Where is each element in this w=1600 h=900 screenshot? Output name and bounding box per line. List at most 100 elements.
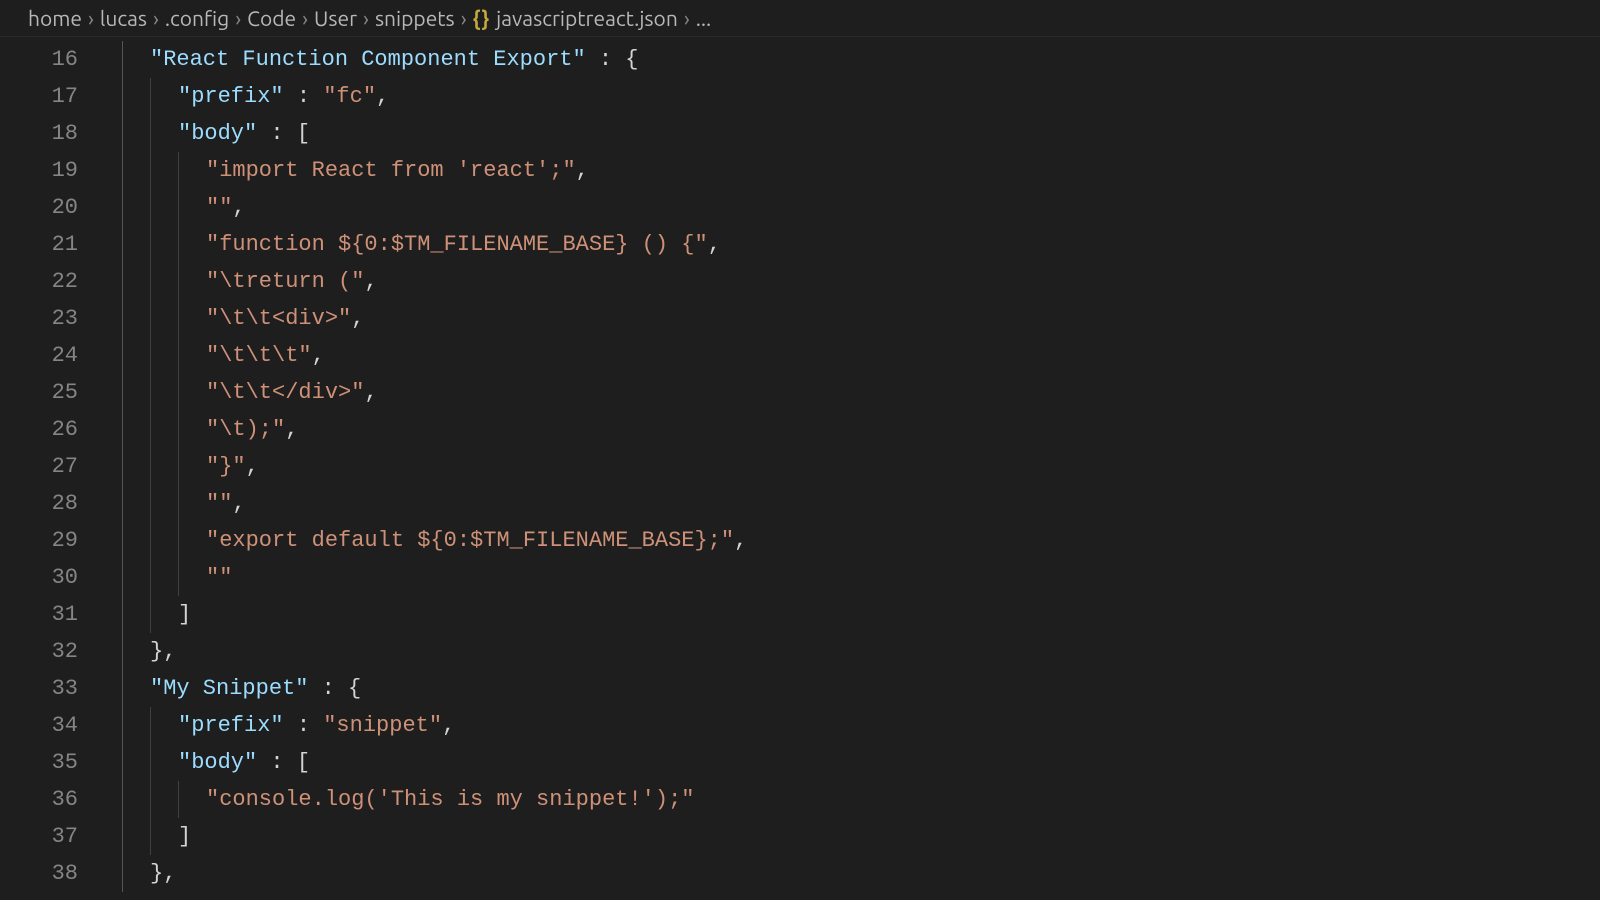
indent-guide (178, 448, 206, 485)
indent-guide (122, 781, 150, 818)
indent-guide (178, 781, 206, 818)
code-line[interactable]: "import React from 'react';", (122, 152, 747, 189)
indent-guide (150, 115, 178, 152)
code-line[interactable]: "My Snippet" : { (122, 670, 747, 707)
code-line[interactable]: "\t\t\t", (122, 337, 747, 374)
indent-guide (178, 374, 206, 411)
indent-guide (122, 337, 150, 374)
token-punc: : (257, 744, 297, 781)
line-number: 31 (0, 596, 78, 633)
breadcrumb-symbol[interactable]: ... (696, 6, 712, 30)
token-brace: ] (178, 596, 191, 633)
indent-guide (122, 818, 150, 855)
breadcrumb-item[interactable]: home (28, 6, 82, 30)
breadcrumb-item[interactable]: User (314, 6, 357, 30)
code-line[interactable]: "React Function Component Export" : { (122, 41, 747, 78)
line-number: 22 (0, 263, 78, 300)
token-str: "console.log('This is my snippet!');" (206, 781, 694, 818)
token-punc: : (257, 115, 297, 152)
indent-guide (150, 78, 178, 115)
indent-guide (150, 596, 178, 633)
indent-guide (178, 411, 206, 448)
breadcrumb-file[interactable]: {} javascriptreact.json (473, 6, 678, 30)
code-content[interactable]: "React Function Component Export" : {"pr… (122, 37, 747, 893)
indent-guide (122, 152, 150, 189)
line-number: 29 (0, 522, 78, 559)
indent-guide (150, 707, 178, 744)
token-str: "\t\t<div>" (206, 300, 351, 337)
token-punc: , (734, 522, 747, 559)
token-brace: } (150, 855, 163, 892)
indent-guide (122, 633, 150, 670)
code-editor[interactable]: 1617181920212223242526272829303132333435… (0, 37, 1600, 893)
token-str: "}" (206, 448, 246, 485)
indent-guide (122, 226, 150, 263)
code-line[interactable]: "", (122, 485, 747, 522)
code-line[interactable]: "", (122, 189, 747, 226)
indent-guide (150, 448, 178, 485)
indent-guide (150, 485, 178, 522)
breadcrumb-item[interactable]: Code (247, 6, 296, 30)
code-line[interactable]: ] (122, 818, 747, 855)
line-number: 26 (0, 411, 78, 448)
code-line[interactable]: "console.log('This is my snippet!');" (122, 781, 747, 818)
token-brace: } (150, 633, 163, 670)
token-brace: { (348, 670, 361, 707)
breadcrumb[interactable]: home›lucas›.config›Code›User›snippets›{}… (0, 0, 1600, 37)
token-punc: : (284, 707, 324, 744)
indent-guide (150, 411, 178, 448)
indent-guide (178, 522, 206, 559)
indent-guide (150, 226, 178, 263)
token-key: "My Snippet" (150, 670, 308, 707)
line-number: 27 (0, 448, 78, 485)
token-str: "snippet" (323, 707, 442, 744)
breadcrumb-item[interactable]: snippets (375, 6, 455, 30)
code-line[interactable]: "\t\t<div>", (122, 300, 747, 337)
indent-guide (178, 189, 206, 226)
token-punc: , (232, 485, 245, 522)
line-number: 33 (0, 670, 78, 707)
breadcrumb-item[interactable]: .config (165, 6, 229, 30)
token-punc: : (308, 670, 348, 707)
line-number: 38 (0, 855, 78, 892)
token-brace: [ (297, 115, 310, 152)
code-line[interactable]: "prefix" : "fc", (122, 78, 747, 115)
code-line[interactable]: "" (122, 559, 747, 596)
line-number: 36 (0, 781, 78, 818)
code-line[interactable]: ] (122, 596, 747, 633)
code-line[interactable]: "prefix" : "snippet", (122, 707, 747, 744)
indent-guide (122, 263, 150, 300)
code-line[interactable]: "body" : [ (122, 115, 747, 152)
code-line[interactable]: "body" : [ (122, 744, 747, 781)
indent-guide (122, 559, 150, 596)
line-number: 18 (0, 115, 78, 152)
indent-guide (178, 337, 206, 374)
indent-guide (150, 744, 178, 781)
token-str: "\t);" (206, 411, 285, 448)
indent-guide (150, 781, 178, 818)
token-punc: , (246, 448, 259, 485)
indent-guide (150, 559, 178, 596)
breadcrumb-item[interactable]: lucas (100, 6, 147, 30)
code-line[interactable]: "\treturn (", (122, 263, 747, 300)
code-line[interactable]: "\t\t</div>", (122, 374, 747, 411)
line-number: 37 (0, 818, 78, 855)
indent-guide (122, 115, 150, 152)
line-number: 32 (0, 633, 78, 670)
chevron-right-icon: › (684, 6, 690, 30)
indent-guide (122, 300, 150, 337)
code-line[interactable]: "function ${0:$TM_FILENAME_BASE} () {", (122, 226, 747, 263)
code-line[interactable]: "}", (122, 448, 747, 485)
code-line[interactable]: "export default ${0:$TM_FILENAME_BASE};"… (122, 522, 747, 559)
token-str: "import React from 'react';" (206, 152, 576, 189)
code-line[interactable]: "\t);", (122, 411, 747, 448)
code-line[interactable]: }, (122, 855, 747, 892)
line-number: 21 (0, 226, 78, 263)
chevron-right-icon: › (153, 6, 159, 30)
token-punc: , (232, 189, 245, 226)
indent-guide (178, 152, 206, 189)
token-punc: : (586, 41, 626, 78)
token-str: "\t\t\t" (206, 337, 312, 374)
code-line[interactable]: }, (122, 633, 747, 670)
indent-guide (178, 226, 206, 263)
